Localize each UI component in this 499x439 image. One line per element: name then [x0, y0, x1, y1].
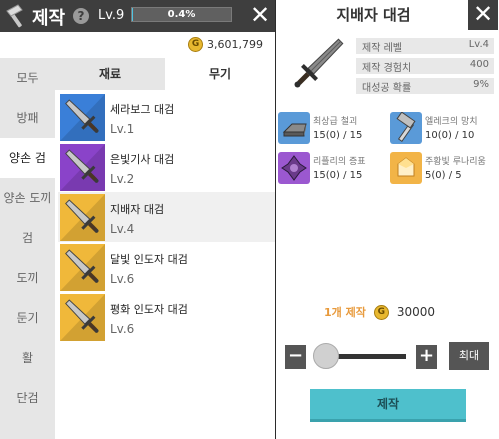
category-item[interactable]: 검	[0, 218, 55, 258]
stat-craft-level: 제작 레벨 Lv.4	[356, 38, 494, 54]
recipe-item[interactable]: 지배자 대검 Lv.4	[58, 192, 275, 242]
close-button[interactable]: ✕	[245, 1, 275, 31]
tab-materials[interactable]: 재료	[55, 58, 165, 90]
recipe-name: 세라보그 대검	[110, 103, 175, 116]
greatsword-icon	[60, 144, 105, 191]
hammer-icon	[6, 4, 23, 28]
category-item[interactable]: 양손 검	[0, 138, 55, 178]
recipe-name: 지배자 대검	[110, 203, 165, 216]
category-item[interactable]: 모두	[0, 58, 55, 98]
detail-close-button[interactable]: ✕	[468, 0, 498, 30]
category-item[interactable]: 활	[0, 338, 55, 378]
material-name: 주황빛 루나리움	[425, 157, 486, 167]
recipe-item[interactable]: 평화 인도자 대검 Lv.6	[58, 292, 275, 342]
quantity-slider-handle[interactable]	[313, 343, 339, 369]
help-icon[interactable]: ?	[73, 8, 89, 24]
material-slot[interactable]: 엘레크의 망치 10(0) / 10	[390, 112, 498, 148]
craft-cost-amount: 30000	[396, 305, 436, 319]
recipe-level: Lv.1	[110, 122, 135, 136]
category-item[interactable]: 단검	[0, 378, 55, 418]
page-title: 제작	[32, 8, 66, 29]
hammer-icon	[390, 112, 422, 144]
recipe-item[interactable]: 은빛기사 대검 Lv.2	[58, 142, 275, 192]
material-count: 15(0) / 15	[313, 170, 363, 181]
material-count: 15(0) / 15	[313, 130, 363, 141]
recipe-level: Lv.6	[110, 272, 135, 286]
greatsword-icon	[60, 294, 105, 341]
emblem-icon	[278, 152, 310, 184]
top-bar: 제작 ? Lv.9 0.4% ✕	[0, 0, 275, 32]
cost-coin-icon: G	[373, 304, 389, 320]
craft-button[interactable]: 제작	[310, 389, 466, 422]
recipe-item[interactable]: 세라보그 대검 Lv.1	[58, 92, 275, 142]
gold-display: G 3,601,799	[188, 36, 263, 52]
category-item[interactable]: 양손 도끼	[0, 178, 55, 218]
material-name: 엘레크의 망치	[425, 117, 478, 127]
recipe-name: 달빛 인도자 대검	[110, 253, 188, 266]
material-count: 5(0) / 5	[425, 170, 462, 181]
category-item[interactable]: 방패	[0, 98, 55, 138]
category-sidebar: 모두 방패 양손 검 양손 도끼 검 도끼 둔기 활 단검	[0, 58, 55, 439]
material-slot[interactable]: 최상급 철괴 15(0) / 15	[278, 112, 386, 148]
recipe-level: Lv.4	[110, 222, 135, 236]
greatsword-icon	[60, 244, 105, 291]
category-item[interactable]: 둔기	[0, 298, 55, 338]
recipe-list: 세라보그 대검 Lv.1 은빛기사 대검 Lv.2 지배자 대검 Lv.4 달빛 인도자 대…	[58, 92, 275, 342]
tab-weapons[interactable]: 무기	[165, 58, 275, 90]
increase-quantity-button[interactable]: +	[416, 345, 437, 369]
material-slot[interactable]: 리플리의 증표 15(0) / 15	[278, 152, 386, 188]
recipe-level: Lv.6	[110, 322, 135, 336]
xp-bar: 0.4%	[131, 7, 232, 22]
material-name: 최상급 철괴	[313, 117, 358, 127]
xp-percent: 0.4%	[167, 9, 196, 20]
category-item[interactable]: 도끼	[0, 258, 55, 298]
max-quantity-button[interactable]: 최대	[449, 342, 489, 370]
greatsword-icon	[60, 94, 105, 141]
crystal-icon	[390, 152, 422, 184]
tab-bar: 재료 무기	[55, 58, 275, 90]
player-level: Lv.9	[98, 8, 125, 23]
stat-great-success: 대성공 확률 9%	[356, 78, 494, 94]
material-name: 리플리의 증표	[313, 157, 366, 167]
greatsword-icon	[60, 194, 105, 241]
recipe-detail-panel: 지배자 대검 ✕ 제작 레벨 Lv.4 제작 경험치 400 대성공 확률 9%…	[276, 0, 499, 439]
gold-coin-icon: G	[188, 36, 204, 52]
craft-quantity-label: 1개 제작	[324, 306, 366, 319]
crafting-list-panel: 제작 ? Lv.9 0.4% ✕ G 3,601,799 재료 무기 모두 방패 양…	[0, 0, 275, 439]
stat-craft-xp: 제작 경험치 400	[356, 58, 494, 74]
greatsword-icon	[294, 38, 344, 88]
recipe-item[interactable]: 달빛 인도자 대검 Lv.6	[58, 242, 275, 292]
recipe-name: 은빛기사 대검	[110, 153, 175, 166]
material-slot[interactable]: 주황빛 루나리움 5(0) / 5	[390, 152, 498, 188]
detail-title: 지배자 대검	[336, 6, 411, 24]
craft-cost-row: 1개 제작 G 30000	[324, 304, 435, 320]
iron-ingot-icon	[278, 112, 310, 144]
material-count: 10(0) / 10	[425, 130, 475, 141]
decrease-quantity-button[interactable]: −	[285, 345, 306, 369]
recipe-name: 평화 인도자 대검	[110, 303, 188, 316]
recipe-level: Lv.2	[110, 172, 135, 186]
gold-amount: 3,601,799	[207, 37, 263, 51]
